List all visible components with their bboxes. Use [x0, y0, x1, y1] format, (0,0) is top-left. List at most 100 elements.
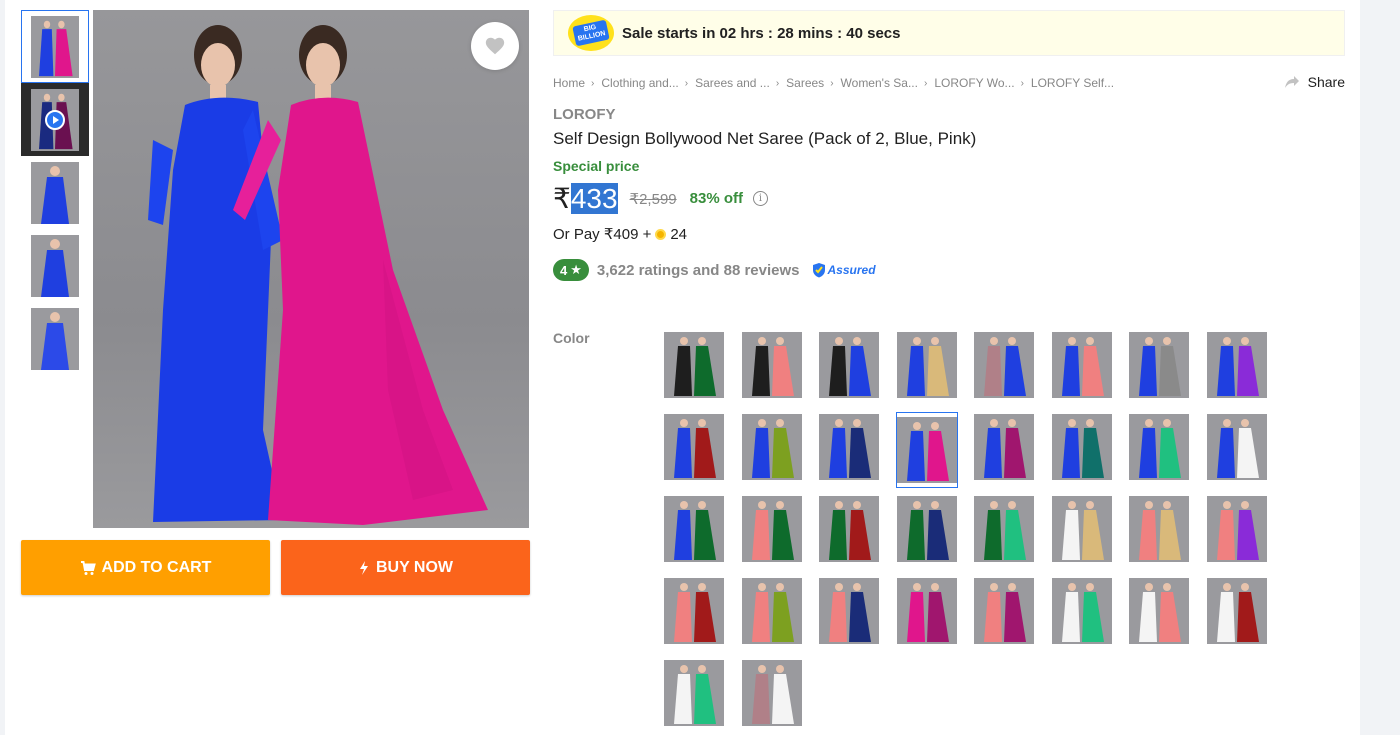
- color-swatch[interactable]: [973, 412, 1035, 482]
- swatch-image: [1206, 332, 1267, 398]
- color-swatch[interactable]: [741, 658, 803, 728]
- color-swatch[interactable]: [1051, 494, 1113, 564]
- color-swatch[interactable]: [818, 412, 880, 482]
- color-swatch[interactable]: [1128, 330, 1190, 400]
- image-thumbnail[interactable]: [21, 10, 89, 83]
- assured-badge: Assured: [812, 262, 876, 278]
- add-to-cart-button[interactable]: ADD TO CART: [21, 540, 270, 595]
- color-swatch[interactable]: [1206, 330, 1268, 400]
- image-thumbnail[interactable]: [21, 156, 89, 229]
- breadcrumb-item[interactable]: Sarees ›: [786, 76, 840, 90]
- swatch-image: [1129, 496, 1189, 562]
- color-swatch[interactable]: [818, 494, 880, 564]
- brand-name[interactable]: LOROFY: [553, 106, 616, 123]
- swatch-image: [896, 417, 957, 483]
- selling-price: ₹433: [553, 182, 618, 215]
- swatch-image: [741, 332, 802, 398]
- color-label: Color: [553, 330, 590, 346]
- breadcrumb-item[interactable]: LOROFY Self...: [1031, 76, 1114, 90]
- color-swatch[interactable]: [741, 330, 803, 400]
- color-swatches: [663, 330, 1283, 735]
- breadcrumb-item[interactable]: LOROFY Wo... ›: [934, 76, 1031, 90]
- color-swatch[interactable]: [895, 412, 958, 488]
- breadcrumb-item[interactable]: Sarees and ... ›: [695, 76, 786, 90]
- color-swatch[interactable]: [741, 576, 803, 646]
- chevron-right-icon: ›: [830, 77, 834, 89]
- swatch-image: [974, 496, 1034, 562]
- currency-symbol: ₹: [553, 183, 571, 214]
- assured-label: Assured: [827, 263, 876, 277]
- color-swatch[interactable]: [663, 412, 725, 482]
- color-swatch[interactable]: [896, 330, 958, 400]
- rating-badge[interactable]: 4 ★: [553, 259, 589, 281]
- swatch-image: [664, 414, 724, 480]
- breadcrumb-item[interactable]: Home ›: [553, 76, 601, 90]
- coin-count: 24: [670, 225, 688, 243]
- breadcrumb-item[interactable]: Clothing and... ›: [601, 76, 695, 90]
- swatch-image: [1129, 578, 1189, 644]
- sale-banner: BIG BILLION Sale starts in 02 hrs : 28 mi…: [553, 10, 1345, 56]
- color-swatch[interactable]: [1206, 494, 1268, 564]
- color-swatch[interactable]: [818, 576, 880, 646]
- color-swatch[interactable]: [1206, 576, 1268, 646]
- color-swatch[interactable]: [973, 576, 1035, 646]
- thumbnail-image: [31, 88, 79, 151]
- page-scrollbar[interactable]: [1360, 0, 1400, 735]
- swatch-image: [896, 332, 957, 398]
- product-title: Self Design Bollywood Net Saree (Pack of…: [553, 129, 977, 148]
- color-swatch[interactable]: [663, 330, 725, 400]
- color-swatch[interactable]: [741, 412, 803, 482]
- share-icon: [1284, 76, 1299, 88]
- buy-now-button[interactable]: BUY NOW: [281, 540, 530, 595]
- color-swatch[interactable]: [1206, 412, 1268, 482]
- color-swatch[interactable]: [1051, 576, 1113, 646]
- color-swatch[interactable]: [1128, 412, 1190, 482]
- swatch-image: [1129, 414, 1189, 480]
- color-swatch[interactable]: [663, 576, 725, 646]
- thumbnail-image: [31, 161, 79, 224]
- chevron-right-icon: ›: [591, 77, 595, 89]
- image-thumbnail[interactable]: [21, 229, 89, 302]
- video-thumbnail[interactable]: [21, 83, 89, 156]
- share-button[interactable]: Share: [1284, 74, 1345, 90]
- breadcrumb-label: Women's Sa...: [840, 76, 918, 90]
- info-icon[interactable]: i: [752, 191, 768, 206]
- supercoin-icon: [655, 228, 667, 240]
- color-swatch[interactable]: [663, 494, 725, 564]
- or-pay-with-coins: Or Pay ₹409 + 24: [553, 225, 688, 244]
- sale-countdown: Sale starts in 02 hrs : 28 mins : 40 sec…: [622, 24, 901, 42]
- breadcrumb-label: LOROFY Self...: [1030, 76, 1115, 90]
- swatch-image: [1206, 496, 1267, 562]
- swatch-image: [664, 332, 724, 398]
- swatch-image: [974, 578, 1034, 644]
- color-swatch[interactable]: [896, 576, 958, 646]
- price-value: 433: [570, 183, 618, 214]
- swatch-image: [819, 496, 879, 562]
- swatch-image: [974, 414, 1034, 480]
- breadcrumb-item[interactable]: Women's Sa... ›: [841, 76, 935, 90]
- color-swatch[interactable]: [663, 658, 725, 728]
- color-swatch[interactable]: [818, 330, 880, 400]
- color-swatch[interactable]: [1128, 494, 1190, 564]
- color-swatch[interactable]: [741, 494, 803, 564]
- color-swatch[interactable]: [973, 330, 1035, 400]
- thumbnail-image: [31, 15, 79, 78]
- color-swatch[interactable]: [973, 494, 1035, 564]
- color-swatch[interactable]: [1128, 576, 1190, 646]
- swatch-image: [1206, 578, 1267, 644]
- big-billion-days-logo: BIG BILLION: [568, 15, 614, 51]
- color-swatch[interactable]: [1051, 330, 1113, 400]
- ratings-reviews-count[interactable]: 3,622 ratings and 88 reviews: [597, 262, 800, 279]
- swatch-image: [896, 496, 957, 562]
- breadcrumb-label: Clothing and...: [601, 76, 679, 90]
- breadcrumb-label: Home: [553, 76, 586, 90]
- image-thumbnail[interactable]: [21, 302, 89, 375]
- add-to-cart-label: ADD TO CART: [101, 558, 212, 576]
- color-swatch[interactable]: [1051, 412, 1113, 482]
- wishlist-heart-icon[interactable]: [471, 22, 519, 70]
- main-product-image[interactable]: [93, 10, 529, 528]
- discount-percent: 83% off: [689, 190, 743, 207]
- chevron-right-icon: ›: [684, 77, 689, 89]
- star-icon: ★: [570, 262, 582, 277]
- color-swatch[interactable]: [896, 494, 958, 564]
